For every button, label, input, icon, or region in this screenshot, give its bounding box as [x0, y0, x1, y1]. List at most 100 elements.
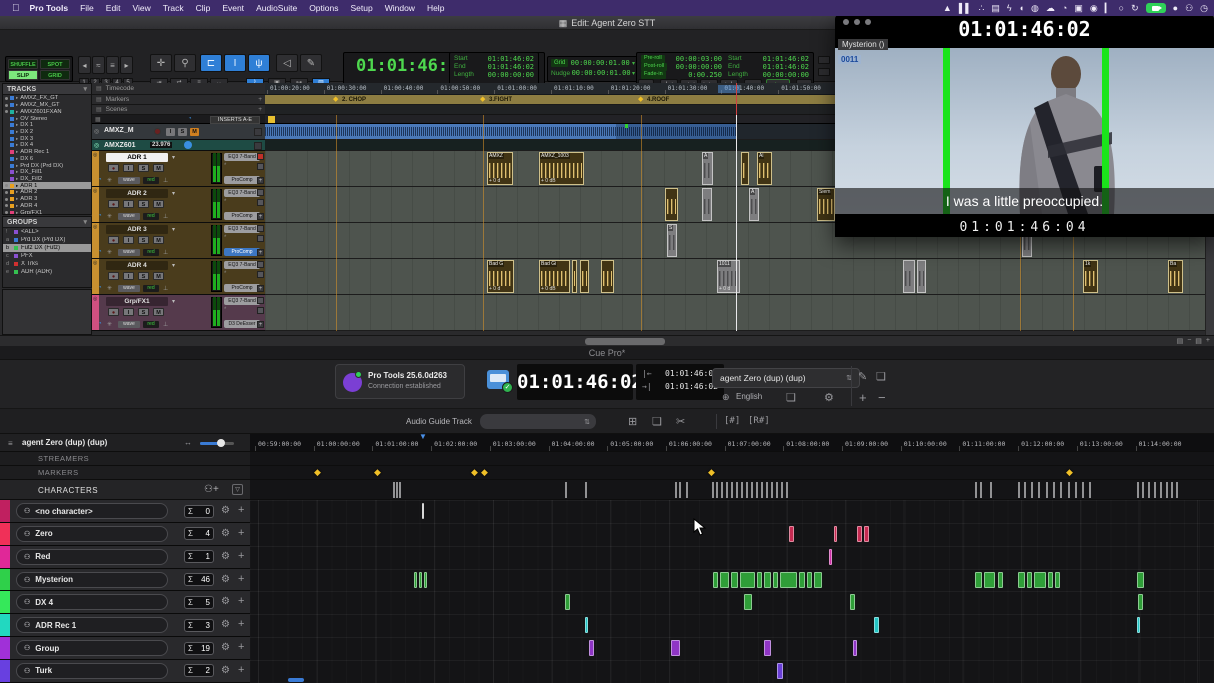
character-settings-icon[interactable]: ⚙ — [221, 665, 230, 676]
menu-item-help[interactable]: Help — [427, 3, 444, 13]
zoom-slider-knob[interactable] — [217, 439, 225, 447]
cue-clip[interactable] — [780, 572, 797, 588]
accounts-icon[interactable]: ⚇ — [1185, 3, 1193, 14]
track-visible-dot[interactable] — [5, 198, 8, 201]
character-add-cue-icon[interactable]: + — [238, 595, 244, 607]
section-row-streamers[interactable]: STREAMERS+ — [0, 452, 250, 466]
screen-record-icon[interactable] — [1146, 3, 1166, 13]
cue-clip[interactable] — [1137, 617, 1140, 633]
track-header-amxz-m[interactable]: ◎AMXZ_MISM — [92, 124, 265, 140]
automation-clock-icon[interactable]: ◔ — [98, 213, 102, 219]
track-list-item[interactable]: ▸OV Stereo — [3, 115, 91, 122]
cue-clip[interactable] — [671, 640, 680, 656]
track-record-enable-button[interactable]: ● — [108, 308, 119, 316]
group-list-item[interactable]: dX Trks — [3, 260, 91, 268]
character-settings-icon[interactable]: ⚙ — [221, 551, 230, 562]
cue-clip[interactable] — [565, 594, 570, 610]
audio-clip[interactable]: Al — [757, 152, 772, 185]
track-name-dropdown-icon[interactable]: ▾ — [172, 154, 175, 161]
track-visible-dot[interactable] — [5, 110, 8, 113]
grid-icon[interactable]: ▤ — [991, 3, 1000, 14]
audio-clip[interactable]: A — [702, 152, 713, 185]
track-header-grp-fx1[interactable]: ◎Grp/FX1▾●ISM◔✳wavered⊥EQ3 7-Band*D3 DeE… — [92, 295, 265, 331]
track-header-adr-2[interactable]: ◎ADR 2▾●ISM◔✳wavered⊥EQ3 7-Band*ProComp+ — [92, 187, 265, 223]
cue-clip[interactable] — [773, 572, 778, 588]
edit-pencil-icon[interactable]: ✎ — [858, 370, 867, 383]
menu-item-edit[interactable]: Edit — [106, 3, 121, 13]
character-settings-icon[interactable]: ⚙ — [221, 642, 230, 653]
cue-clip[interactable] — [1055, 572, 1060, 588]
cue-clip[interactable] — [422, 503, 424, 519]
zoom-in-arrow[interactable]: ▸ — [120, 56, 133, 74]
rehash-button[interactable]: [R#] — [748, 416, 770, 426]
add-cue-button[interactable]: + — [859, 390, 867, 405]
cue-marker-icon[interactable]: ◆ — [314, 467, 321, 478]
audio-clip[interactable]: Siem — [817, 188, 835, 221]
add-insert-button[interactable]: + — [257, 285, 264, 292]
cue-clip[interactable] — [864, 526, 869, 542]
elastic-audio-icon[interactable]: ✳ — [107, 321, 112, 328]
track-header-amxz601[interactable]: ◎AMXZ60123.976 — [92, 140, 265, 151]
audio-clip[interactable]: Bad Gi+ 0 dB — [539, 260, 570, 293]
character-add-cue-icon[interactable]: + — [238, 504, 244, 516]
track-name-dropdown-icon[interactable]: ▾ — [172, 226, 175, 233]
menu-item-clip[interactable]: Clip — [196, 3, 211, 13]
cue-clip[interactable] — [414, 572, 417, 588]
postroll-label[interactable]: Post-roll — [641, 63, 667, 71]
track-list-item[interactable]: ▸DX_Fill1 — [3, 169, 91, 176]
hash-button[interactable]: [#] — [724, 416, 740, 426]
insert-slot-a[interactable]: EQ3 7-Band — [224, 153, 260, 161]
track-name-dropdown-icon[interactable]: ▾ — [172, 190, 175, 197]
insert-slot-b[interactable]: ProComp — [224, 212, 260, 220]
track-options-button[interactable] — [254, 142, 262, 150]
elastic-audio-icon[interactable]: ✳ — [107, 177, 112, 184]
nudge-value[interactable]: 00:00:00:01.00 — [572, 69, 631, 77]
voice-icon[interactable]: ⊥ — [163, 321, 168, 328]
groups-panel-header[interactable]: GROUPS▾ — [3, 217, 91, 228]
mix-button[interactable] — [257, 271, 264, 278]
split-cue-icon[interactable]: ✂ — [676, 415, 685, 428]
mix-button[interactable] — [257, 307, 264, 314]
track-mute-button[interactable]: M — [153, 308, 164, 316]
insert-slot-a[interactable]: EQ3 7-Band — [224, 261, 260, 269]
track-list-item[interactable]: ▸ADR 3 — [3, 196, 91, 203]
track-freeze-icon[interactable]: ◎ — [93, 188, 97, 194]
track-list-item[interactable]: ▸AMXZ_MX_GT — [3, 102, 91, 109]
add-insert-button[interactable]: + — [257, 321, 264, 328]
section-row-markers[interactable]: MARKERS+ — [0, 466, 250, 480]
scroll-tool-icon[interactable]: ✛ — [150, 54, 172, 72]
character-settings-icon[interactable]: ⚙ — [221, 528, 230, 539]
display-icon[interactable]: ▲ — [943, 3, 952, 13]
toolbar-mini-button-2[interactable] — [818, 68, 830, 76]
playlist-view-chip[interactable]: wave — [118, 285, 140, 292]
track-s-button[interactable]: S — [178, 128, 187, 136]
automation-mode-chip[interactable]: red — [143, 285, 159, 292]
character-settings-icon[interactable]: ⚙ — [221, 619, 230, 630]
track-list-item[interactable]: ▸ADR Rec 1 — [3, 149, 91, 156]
network-settings-icon[interactable]: ⚙ — [824, 391, 834, 404]
audio-clip[interactable] — [665, 188, 678, 221]
playlist-view-chip[interactable]: wave — [118, 249, 140, 256]
track-name-dropdown-icon[interactable]: ▾ — [172, 298, 175, 305]
marker-diamond-icon[interactable]: ◆ — [480, 96, 485, 103]
pencil-tool-icon[interactable]: ✎ — [300, 54, 322, 72]
menu-item-track[interactable]: Track — [163, 3, 184, 13]
track-mute-button[interactable]: M — [153, 200, 164, 208]
add-insert-button[interactable]: + — [257, 213, 264, 220]
grid-view-icon[interactable]: ▦ — [95, 116, 101, 123]
track-freeze-icon[interactable]: ◎ — [93, 152, 97, 158]
voice-icon[interactable]: ⊥ — [163, 177, 168, 184]
character-add-cue-icon[interactable]: + — [238, 618, 244, 630]
track-record-enable-button[interactable]: ● — [108, 236, 119, 244]
cue-marker-icon[interactable]: ◆ — [708, 467, 715, 478]
hscroll-thumb[interactable] — [585, 338, 665, 345]
track-visible-dot[interactable] — [5, 104, 8, 107]
automation-clock-icon[interactable]: ◔ — [98, 177, 102, 183]
audio-clip[interactable] — [741, 152, 749, 185]
mix-button[interactable] — [257, 235, 264, 242]
window-manager-icon[interactable]: ▌▌ — [959, 3, 972, 13]
playlist-view-chip[interactable]: wave — [118, 213, 140, 220]
track-list-item[interactable]: ▸ADR 1 — [3, 182, 91, 189]
duplicate-icon[interactable]: ❏ — [876, 370, 886, 383]
insert-slot-b[interactable]: ProComp — [224, 284, 260, 292]
